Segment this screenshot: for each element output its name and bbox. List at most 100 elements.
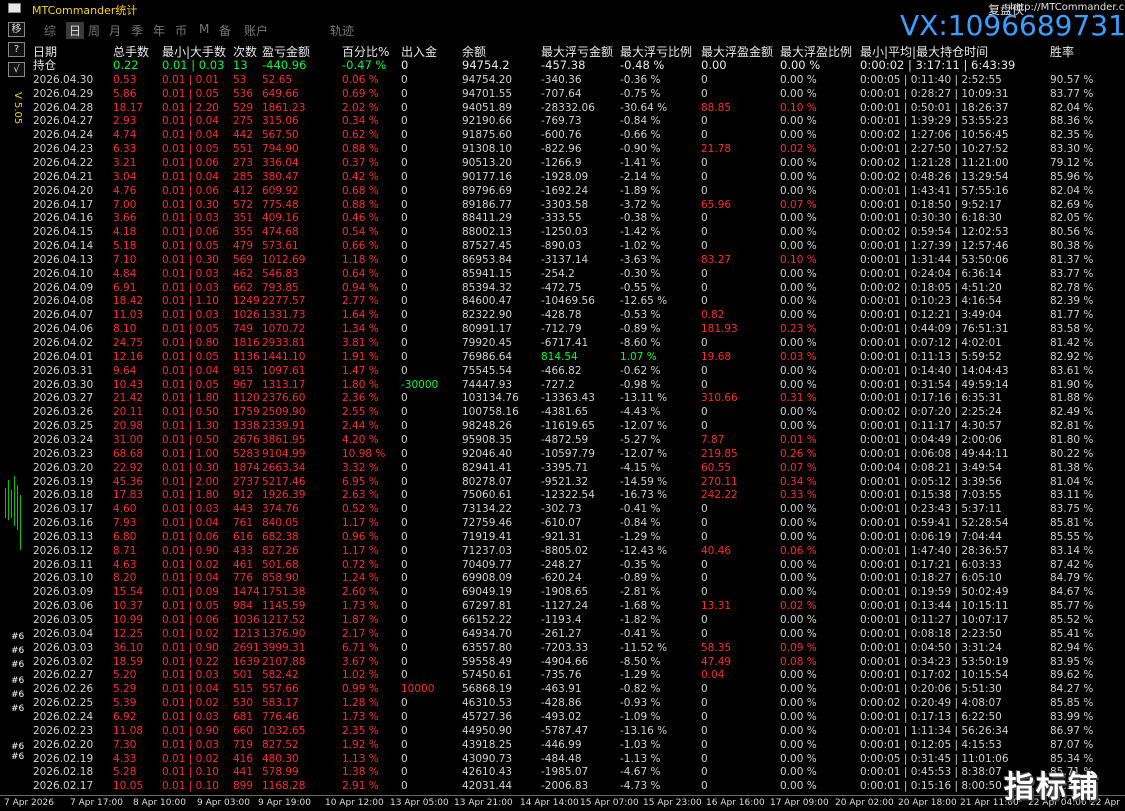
table-cell: 1.17 %: [342, 544, 379, 557]
table-cell: 0:00:01 | 0:10:23 | 4:16:54: [860, 295, 1002, 308]
table-cell: 2026.03.06: [33, 600, 94, 613]
table-cell: -712.79: [541, 323, 582, 336]
table-cell: 0.01 | 0.22: [162, 655, 219, 668]
table-cell: 0:00:01 | 0:20:06 | 5:51:30: [860, 683, 1002, 696]
table-cell: 82.04 %: [1050, 101, 1094, 114]
table-cell: 0.01 | 2.20: [162, 101, 219, 114]
watermark-logo: 指标铺: [1004, 770, 1100, 805]
table-cell: -1.42 %: [620, 226, 661, 239]
table-cell: 79920.45: [462, 337, 513, 349]
table-cell: 60.55: [701, 461, 732, 474]
tab-4[interactable]: 季: [131, 22, 143, 39]
table-cell: 4.74: [113, 129, 137, 142]
table-cell: 2026.03.20: [33, 461, 94, 474]
tab-10[interactable]: 轨迹: [330, 22, 354, 39]
table-cell: 2026.02.23: [33, 724, 94, 737]
order-tag: #6: [11, 752, 25, 762]
table-cell: 0.00 %: [780, 129, 817, 142]
table-cell: 0: [401, 738, 408, 751]
table-cell: 1.24 %: [342, 572, 379, 585]
table-cell: 0:00:01 | 0:17:21 | 6:03:33: [860, 558, 1002, 571]
table-cell: 2933.81: [262, 337, 306, 349]
window-icon[interactable]: [8, 3, 21, 13]
table-cell: 0.68 %: [342, 184, 379, 197]
table-cell: 1120: [233, 392, 260, 405]
table-cell: 0: [401, 212, 408, 225]
table-cell: 1213: [233, 627, 260, 640]
table-cell: 0: [701, 295, 708, 308]
table-cell: 2.60 %: [342, 586, 379, 599]
table-cell: 0: [701, 184, 708, 197]
table-cell: 82941.41: [462, 461, 513, 474]
table-cell: -921.31: [541, 530, 582, 543]
tab-1[interactable]: 日: [66, 22, 85, 39]
table-cell: 70409.77: [462, 558, 513, 571]
table-cell: 44950.90: [462, 724, 513, 737]
table-cell: -12.43 %: [620, 544, 668, 557]
table-cell: 86.97 %: [1050, 724, 1094, 737]
tab-0[interactable]: 综: [44, 22, 56, 39]
table-cell: 0: [401, 143, 408, 156]
table-cell: 2026.04.15: [33, 226, 94, 239]
confirm-button[interactable]: √: [8, 62, 25, 77]
table-cell: -1.89 %: [620, 184, 661, 197]
column-header[interactable]: 胜率: [1050, 43, 1074, 60]
table-cell: -0.75 %: [620, 87, 661, 100]
table-cell: 91308.10: [462, 143, 513, 156]
table-cell: 42610.43: [462, 766, 513, 779]
table-cell: 0: [701, 420, 708, 433]
table-cell: 649.66: [262, 87, 299, 100]
tab-6[interactable]: 币: [175, 22, 187, 39]
table-cell: 0.10 %: [780, 253, 817, 266]
table-cell: 8.10: [113, 323, 137, 336]
table-cell: 0.01 | 0.05: [162, 87, 219, 100]
table-cell: 1759: [233, 406, 260, 419]
table-cell: 0:00:01 | 0:31:54 | 49:59:14: [860, 378, 1009, 391]
time-axis-tick: 16 Apr 16:00: [706, 798, 765, 808]
table-cell: 529: [233, 101, 254, 114]
table-cell: 7.00: [113, 198, 137, 211]
table-cell: 3.21: [113, 156, 137, 169]
table-cell: 0.01 | 1.30: [162, 420, 219, 433]
table-cell: 0: [701, 226, 708, 239]
tab-5[interactable]: 年: [153, 22, 165, 39]
table-cell: -30000: [401, 378, 439, 391]
table-cell: 0.26 %: [780, 447, 817, 460]
table-cell: 0.01 | 0.30: [162, 253, 219, 266]
table-cell: -0.93 %: [620, 697, 661, 710]
table-cell: 4.76: [113, 184, 137, 197]
table-cell: 351: [233, 212, 254, 225]
table-cell: -0.66 %: [620, 129, 661, 142]
table-cell: 0.00 %: [780, 170, 817, 183]
time-axis-tick: 9 Apr 03:00: [197, 798, 250, 808]
table-cell: 0.09 %: [780, 641, 817, 654]
table-cell: 0: [401, 447, 408, 460]
table-cell: 1874: [233, 461, 260, 474]
tab-8[interactable]: 备: [219, 22, 231, 39]
tab-3[interactable]: 月: [109, 22, 121, 39]
table-cell: 82.35 %: [1050, 129, 1094, 142]
table-cell: 0.00 %: [780, 378, 817, 391]
holding-cell: 0.00 %: [780, 58, 821, 72]
table-cell: 0.82: [701, 309, 725, 322]
table-cell: 0: [401, 558, 408, 571]
help-button[interactable]: ?: [8, 42, 25, 57]
table-cell: 557.66: [262, 683, 299, 696]
table-cell: -0.89 %: [620, 323, 661, 336]
move-button[interactable]: 移: [8, 22, 25, 37]
app-title: MTCommander统计: [32, 4, 138, 17]
table-cell: 0.01 | 0.50: [162, 433, 219, 446]
tab-9[interactable]: 账户: [244, 22, 268, 39]
tab-7[interactable]: M: [199, 22, 209, 36]
table-cell: 480.30: [262, 752, 299, 765]
table-cell: 88.36 %: [1050, 115, 1094, 128]
table-cell: 0.01 | 0.10: [162, 780, 219, 793]
tab-2[interactable]: 周: [88, 22, 100, 39]
holding-cell: -0.48 %: [620, 58, 665, 72]
table-cell: 0: [401, 710, 408, 723]
table-cell: 0: [401, 115, 408, 128]
time-axis: 7 Apr 2026 7 Apr 17:00 8 Apr 10:00 9 Apr 03…: [0, 795, 1125, 811]
table-cell: 84.27 %: [1050, 683, 1094, 696]
table-cell: 219.85: [701, 447, 738, 460]
table-cell: 82.39 %: [1050, 295, 1094, 308]
